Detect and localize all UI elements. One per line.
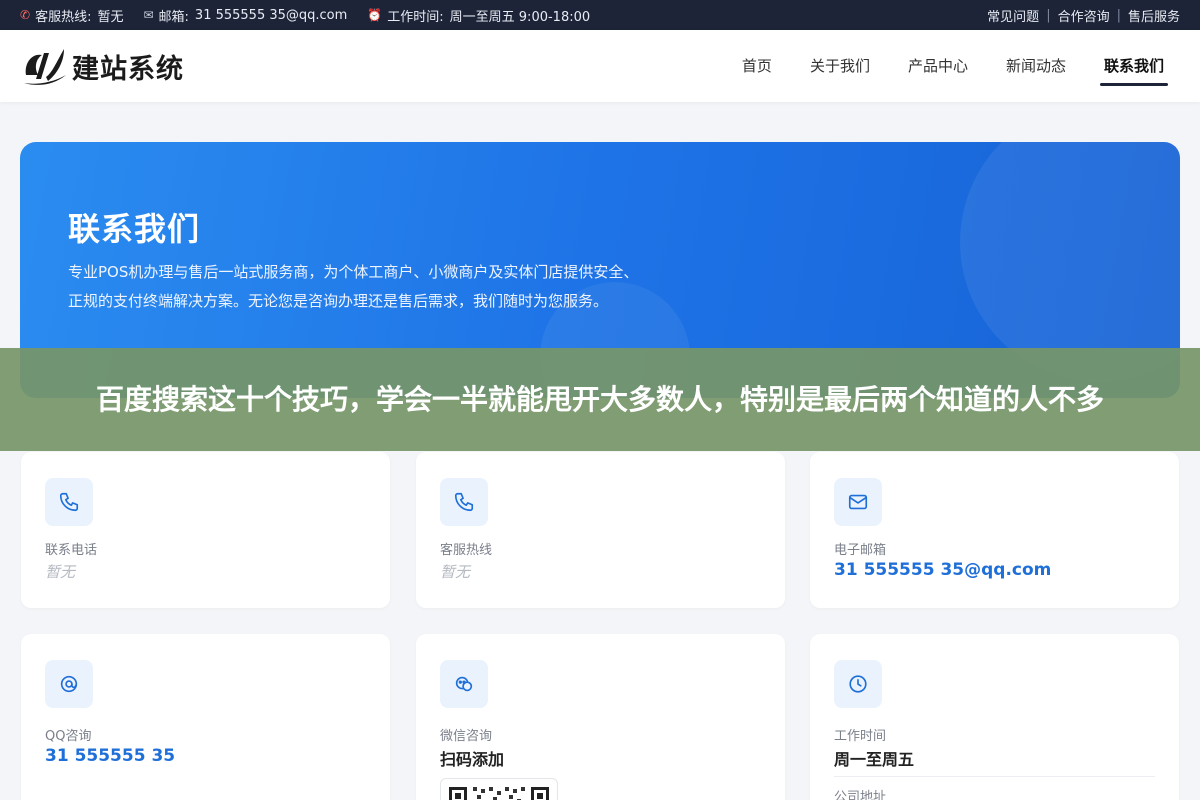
card-label: 电子邮箱 xyxy=(834,543,887,558)
card-label: QQ咨询 xyxy=(45,729,92,744)
nav-home[interactable]: 首页 xyxy=(742,30,772,102)
phone-icon xyxy=(45,478,93,526)
top-info-bar: ✆ 客服热线: 暂无 ✉ 邮箱: 31 555555 35@qq.com ⏰ 工… xyxy=(0,0,1200,30)
mail-icon: ✉ xyxy=(143,8,154,22)
contact-card-hotline: 客服热线 暂无 xyxy=(416,452,785,608)
email-info: ✉ 邮箱: 31 555555 35@qq.com xyxy=(143,6,347,25)
wechat-qr-code xyxy=(440,778,558,800)
hours-value: 周一至周五 9:00-18:00 xyxy=(449,9,591,25)
nav-about[interactable]: 关于我们 xyxy=(810,30,870,102)
nav-news[interactable]: 新闻动态 xyxy=(1006,30,1066,102)
hours-info: ⏰ 工作时间: 周一至周五 9:00-18:00 xyxy=(367,6,590,25)
card-value: 暂无 xyxy=(45,563,76,581)
card-label: 客服热线 xyxy=(440,543,493,558)
decorative-circle xyxy=(960,142,1180,382)
hours-label: 工作时间: xyxy=(387,9,444,25)
mail-icon xyxy=(834,478,882,526)
hotline-value: 暂无 xyxy=(97,9,124,25)
phone-icon xyxy=(440,478,488,526)
contact-card-phone: 联系电话 暂无 xyxy=(21,452,390,608)
card-label: 工作时间 xyxy=(834,729,887,744)
nav-products[interactable]: 产品中心 xyxy=(908,30,968,102)
card-label: 微信咨询 xyxy=(440,729,493,744)
divider xyxy=(834,776,1155,777)
article-title-overlay: 百度搜索这十个技巧，学会一半就能甩开大多数人，特别是最后两个知道的人不多 xyxy=(0,348,1200,451)
qq-value[interactable]: 31 555555 35 xyxy=(45,746,175,766)
wechat-icon xyxy=(440,660,488,708)
contact-card-hours: 工作时间 周一至周五 公司地址 xyxy=(810,634,1179,800)
overlay-title-text: 百度搜索这十个技巧，学会一半就能甩开大多数人，特别是最后两个知道的人不多 xyxy=(95,383,1104,416)
hotline-info: ✆ 客服热线: 暂无 xyxy=(20,6,123,25)
card-label: 联系电话 xyxy=(45,543,98,558)
nav-contact[interactable]: 联系我们 xyxy=(1099,30,1169,102)
hero-description: 专业POS机办理与售后一站式服务商，为个体工商户、小微商户及实体门店提供安全、正… xyxy=(68,263,639,310)
faq-link[interactable]: 常见问题 xyxy=(987,6,1039,25)
qq-icon xyxy=(45,660,93,708)
contact-card-qq: QQ咨询 31 555555 35 xyxy=(21,634,390,800)
hotline-label: 客服热线: xyxy=(35,9,92,25)
logo-mark-icon xyxy=(24,49,66,85)
address-label: 公司地址 xyxy=(834,790,887,800)
contact-card-email: 电子邮箱 31 555555 35@qq.com xyxy=(810,452,1179,608)
card-value: 扫码添加 xyxy=(440,750,505,769)
divider: | xyxy=(1046,7,1051,23)
main-nav: 首页 关于我们 产品中心 新闻动态 联系我们 xyxy=(704,30,1169,102)
site-header: 建站系统 首页 关于我们 产品中心 新闻动态 联系我们 xyxy=(0,30,1200,102)
page-title: 联系我们 xyxy=(68,210,201,248)
site-logo[interactable]: 建站系统 xyxy=(22,45,184,87)
email-value: 31 555555 35@qq.com xyxy=(194,7,348,23)
card-value: 暂无 xyxy=(440,563,471,581)
after-sales-link[interactable]: 售后服务 xyxy=(1128,6,1180,25)
clock-icon xyxy=(834,660,882,708)
alarm-clock-icon: ⏰ xyxy=(367,8,383,22)
logo-text: 建站系统 xyxy=(72,53,184,85)
cooperation-link[interactable]: 合作咨询 xyxy=(1058,6,1110,25)
divider: | xyxy=(1116,7,1121,23)
email-label: 邮箱: xyxy=(158,9,189,25)
card-value: 周一至周五 xyxy=(834,750,915,769)
contact-card-wechat: 微信咨询 扫码添加 xyxy=(416,634,785,800)
phone-icon: ✆ xyxy=(20,8,31,22)
email-link[interactable]: 31 555555 35@qq.com xyxy=(834,560,1051,580)
